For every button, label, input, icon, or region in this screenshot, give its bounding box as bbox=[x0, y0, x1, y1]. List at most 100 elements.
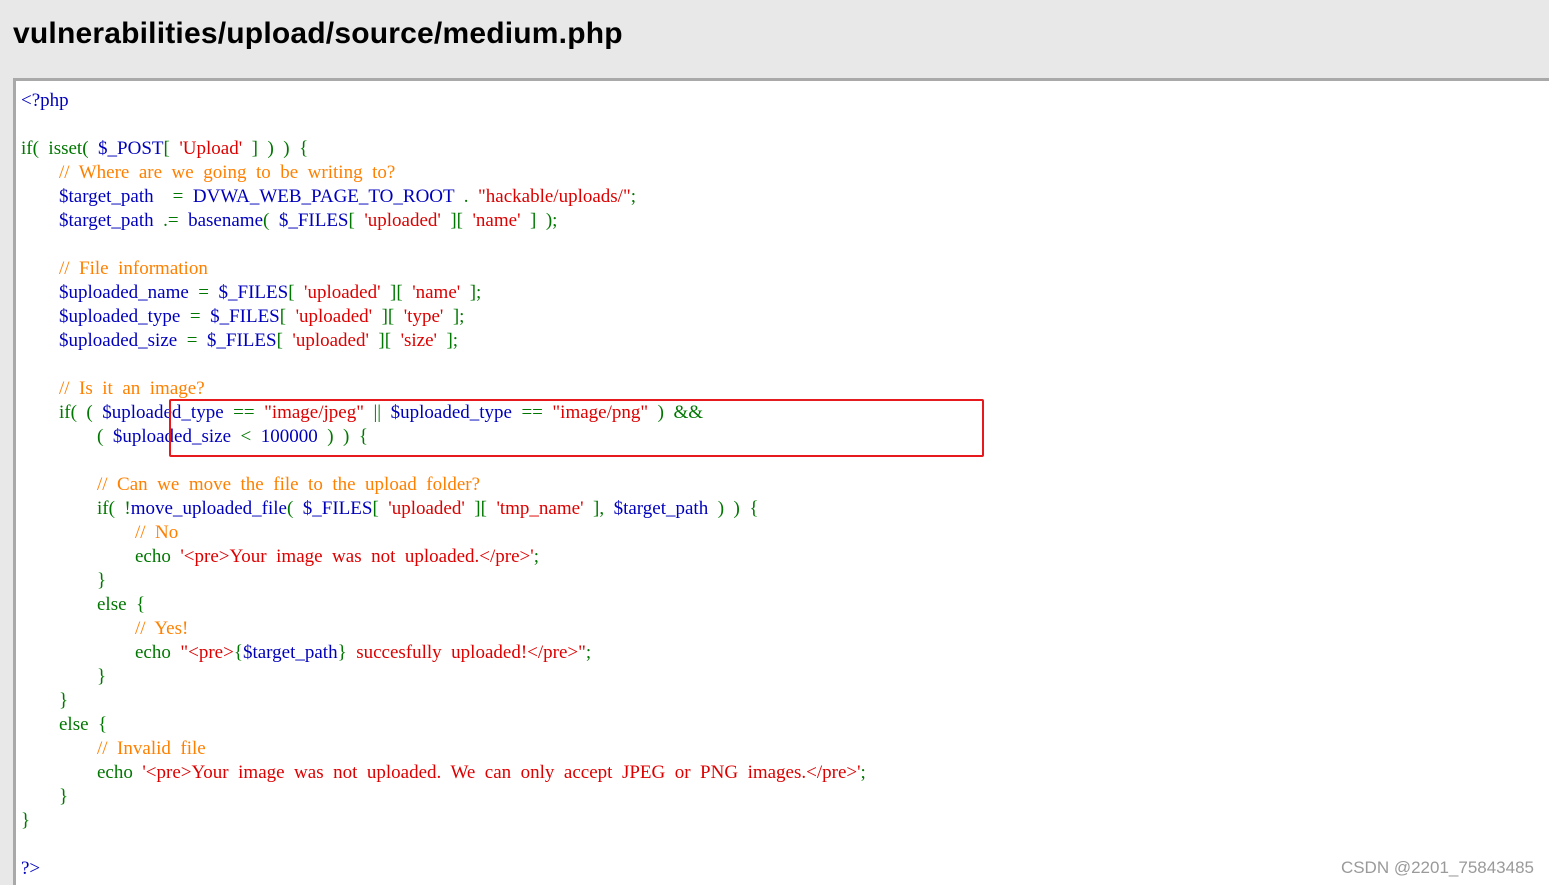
code-token: ] ); bbox=[520, 210, 558, 231]
code-line: $uploaded_name = $_FILES[ 'uploaded' ][ … bbox=[21, 281, 866, 305]
code-token: echo bbox=[21, 762, 143, 783]
code-token: $target_path bbox=[59, 210, 164, 231]
code-line: } bbox=[21, 689, 866, 713]
code-token: = bbox=[186, 330, 207, 351]
code-token: 100000 bbox=[260, 426, 328, 447]
code-token: [ bbox=[276, 330, 293, 351]
code-token: $uploaded_type bbox=[59, 306, 190, 327]
code-token: basename bbox=[188, 210, 263, 231]
code-token: $uploaded_type bbox=[390, 402, 522, 423]
code-token: .= bbox=[163, 210, 189, 231]
code-token: 'name' bbox=[472, 210, 521, 231]
code-token: '<pre>Your image was not uploaded.</pre>… bbox=[180, 546, 534, 567]
code-line: echo '<pre>Your image was not uploaded. … bbox=[21, 761, 866, 785]
code-token: echo bbox=[21, 546, 181, 567]
code-token: } bbox=[21, 810, 31, 831]
code-token: ][ bbox=[440, 210, 473, 231]
code-token: // Yes! bbox=[135, 618, 189, 639]
code-line: } bbox=[21, 785, 866, 809]
code-token: $target_path bbox=[613, 498, 718, 519]
code-token: echo bbox=[21, 642, 181, 663]
code-line: // File information bbox=[21, 257, 866, 281]
code-token: ( bbox=[286, 498, 303, 519]
code-token: $_FILES bbox=[302, 498, 373, 519]
code-line: else { bbox=[21, 713, 866, 737]
code-token: $_POST bbox=[98, 138, 164, 159]
code-token: < bbox=[240, 426, 261, 447]
code-token: ][ bbox=[464, 498, 497, 519]
code-token: if( ( bbox=[21, 402, 103, 423]
code-token: // Invalid file bbox=[97, 738, 206, 759]
code-token: ; bbox=[585, 642, 592, 663]
code-token: $_FILES bbox=[206, 330, 277, 351]
code-line: if( isset( $_POST[ 'Upload' ] ) ) { bbox=[21, 137, 866, 161]
code-line: if( ( $uploaded_type == "image/jpeg" || … bbox=[21, 401, 866, 425]
code-token: else { bbox=[21, 594, 146, 615]
code-token: ]; bbox=[443, 306, 465, 327]
code-token: if( isset( bbox=[21, 138, 99, 159]
code-token: 'name' bbox=[412, 282, 461, 303]
code-line: $uploaded_size = $_FILES[ 'uploaded' ][ … bbox=[21, 329, 866, 353]
code-token: 'uploaded' bbox=[295, 306, 373, 327]
code-token: ][ bbox=[372, 306, 404, 327]
code-line: $uploaded_type = $_FILES[ 'uploaded' ][ … bbox=[21, 305, 866, 329]
code-token: [ bbox=[372, 498, 389, 519]
code-token: } bbox=[21, 690, 69, 711]
code-token: succesfully uploaded!</pre>" bbox=[356, 642, 586, 663]
code-token: ] ) ) { bbox=[242, 138, 309, 159]
code-token: "<pre> bbox=[180, 642, 234, 663]
code-line: ?> bbox=[21, 857, 866, 881]
code-token: [ bbox=[288, 282, 305, 303]
code-token: // File information bbox=[59, 258, 208, 279]
code-token: 'uploaded' bbox=[388, 498, 465, 519]
code-token: // Where are we going to be writing to? bbox=[59, 162, 396, 183]
code-line: // Invalid file bbox=[21, 737, 866, 761]
code-line: } bbox=[21, 665, 866, 689]
code-token: // Is it an image? bbox=[59, 378, 205, 399]
code-line: // Is it an image? bbox=[21, 377, 866, 401]
code-token: $uploaded_type bbox=[102, 402, 234, 423]
code-token: 'uploaded' bbox=[364, 210, 441, 231]
code-token: $uploaded_name bbox=[59, 282, 199, 303]
code-line: $target_path .= basename( $_FILES[ 'uplo… bbox=[21, 209, 866, 233]
code-token: ], bbox=[583, 498, 614, 519]
code-token: if( ! bbox=[21, 498, 131, 519]
code-token: $uploaded_size bbox=[112, 426, 241, 447]
code-line: ( $uploaded_size < 100000 ) ) { bbox=[21, 425, 866, 449]
watermark: CSDN @2201_75843485 bbox=[1340, 858, 1534, 877]
code-token: = bbox=[198, 282, 219, 303]
code-line: echo '<pre>Your image was not uploaded.<… bbox=[21, 545, 866, 569]
code-token: ; bbox=[630, 186, 636, 207]
code-token: ( bbox=[263, 210, 279, 231]
code-token: } bbox=[21, 786, 69, 807]
code-line: else { bbox=[21, 593, 866, 617]
code-token: } bbox=[21, 570, 107, 591]
code-token: ; bbox=[860, 762, 866, 783]
code-line: echo "<pre>{$target_path} succesfully up… bbox=[21, 641, 866, 665]
code-token: } bbox=[21, 666, 107, 687]
code-line: // Yes! bbox=[21, 617, 866, 641]
code-token: DVWA_WEB_PAGE_TO_ROOT bbox=[192, 186, 464, 207]
code-token: else { bbox=[21, 714, 108, 735]
code-token: $_FILES bbox=[218, 282, 289, 303]
code-token: ][ bbox=[380, 282, 413, 303]
code-token: [ bbox=[279, 306, 296, 327]
code-token: ) ) { bbox=[717, 498, 759, 519]
code-token: // Can we move the file to the upload fo… bbox=[97, 474, 481, 495]
code-token: '<pre>Your image was not uploaded. We ca… bbox=[142, 762, 861, 783]
source-code-panel[interactable]: <?php if( isset( $_POST[ 'Upload' ] ) ) {… bbox=[13, 78, 1549, 885]
code-token: // No bbox=[135, 522, 179, 543]
code-token: || bbox=[373, 402, 391, 423]
code-token: move_uploaded_file bbox=[130, 498, 287, 519]
code-token: = bbox=[172, 186, 193, 207]
code-token: $_FILES bbox=[210, 306, 280, 327]
